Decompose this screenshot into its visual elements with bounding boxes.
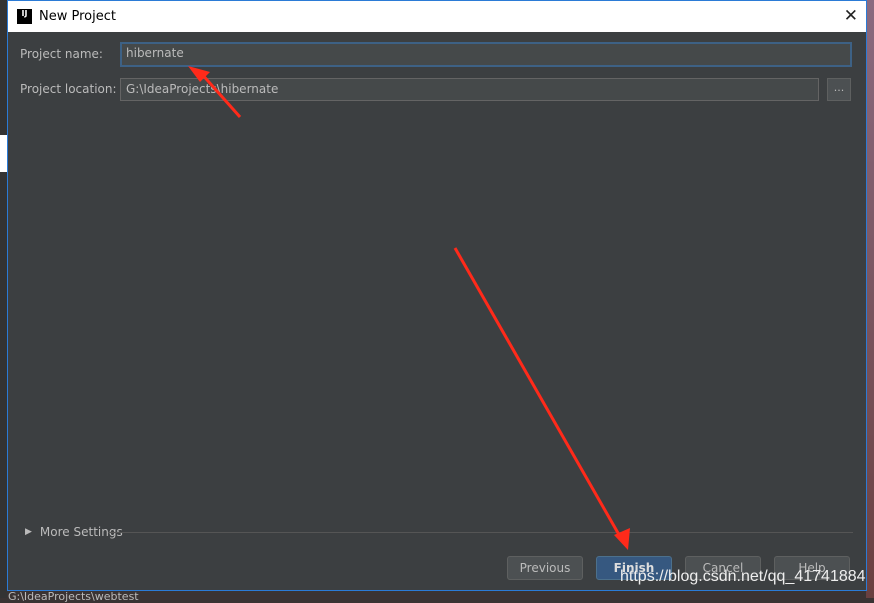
intellij-logo-icon: IJ: [17, 9, 32, 24]
project-name-input[interactable]: hibernate: [120, 42, 852, 67]
desktop-wallpaper: [866, 0, 874, 598]
background-window: [0, 0, 7, 598]
window-title: New Project: [39, 9, 116, 24]
watermark: https://blog.csdn.net/qq_41741884: [620, 568, 866, 585]
separator: [108, 532, 853, 533]
browse-button[interactable]: ...: [827, 78, 851, 101]
title-bar: IJ New Project ✕: [8, 1, 866, 32]
close-icon[interactable]: ✕: [844, 6, 858, 26]
project-location-label: Project location:: [20, 82, 117, 96]
background-path-text: G:\IdeaProjects\webtest: [8, 590, 139, 603]
new-project-dialog: IJ New Project ✕ Project name: hibernate…: [7, 0, 867, 591]
project-location-input[interactable]: G:\IdeaProjects\hibernate: [120, 78, 819, 101]
background-panel: [0, 135, 7, 172]
expand-triangle-icon: ▶: [25, 527, 32, 537]
project-name-label: Project name:: [20, 47, 103, 61]
previous-button[interactable]: Previous: [507, 556, 583, 580]
